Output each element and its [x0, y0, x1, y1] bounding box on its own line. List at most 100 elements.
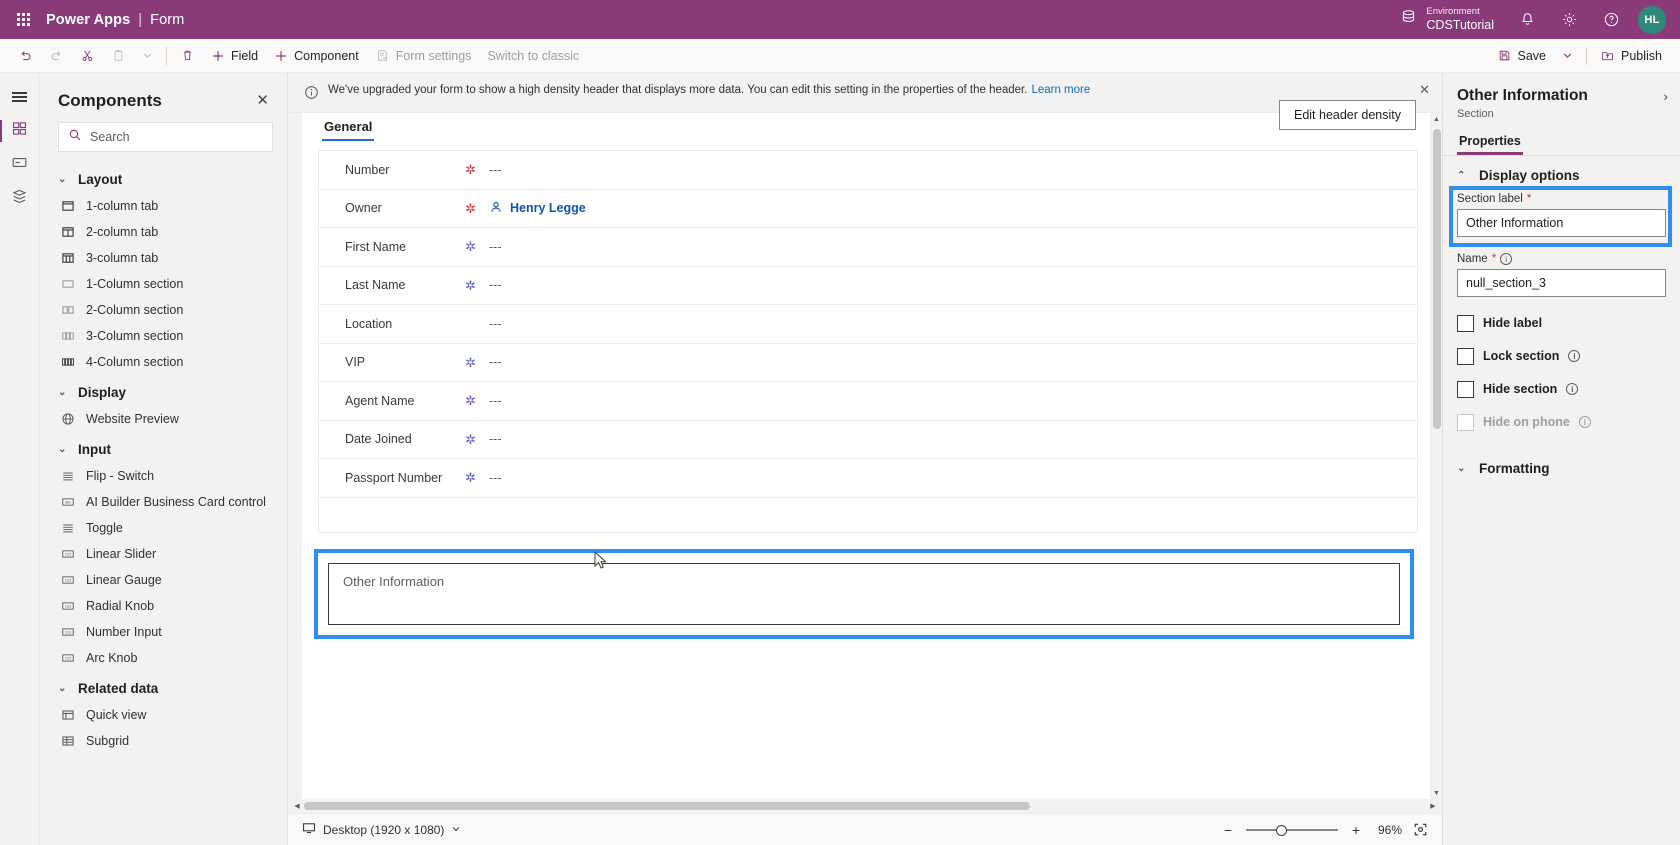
- add-component-button[interactable]: Component: [266, 42, 367, 70]
- checkbox-hide-label[interactable]: Hide label: [1443, 307, 1680, 340]
- scrollbar-thumb[interactable]: [1433, 129, 1441, 429]
- scroll-right-arrow[interactable]: ▶: [1428, 802, 1438, 810]
- scrollbar-thumb[interactable]: [304, 802, 1030, 810]
- environment-selector[interactable]: Environment CDSTutorial: [1388, 6, 1506, 32]
- waffle-icon[interactable]: [0, 0, 46, 39]
- scroll-down-arrow[interactable]: ▼: [1431, 787, 1442, 799]
- rail-item-components[interactable]: [0, 115, 36, 147]
- rail-item-data[interactable]: [4, 183, 36, 215]
- zoom-slider[interactable]: [1246, 823, 1338, 837]
- form-section-general: Number ✲ --- Owner ✲ Henry Legge First N…: [318, 150, 1418, 533]
- group-header-layout[interactable]: ⌄ Layout: [40, 162, 287, 193]
- help-icon[interactable]: [1590, 0, 1632, 39]
- close-icon[interactable]: ✕: [1419, 82, 1430, 98]
- slider-knob[interactable]: [1276, 824, 1287, 836]
- delete-button[interactable]: [172, 42, 203, 70]
- section-label-input[interactable]: [1457, 208, 1666, 237]
- scrollbar-track[interactable]: [304, 802, 1426, 810]
- publish-button[interactable]: Publish: [1592, 42, 1670, 70]
- hamburger-icon[interactable]: [4, 81, 36, 113]
- component-item-3-column-tab[interactable]: 3-column tab: [40, 245, 287, 271]
- component-item-3-column-section[interactable]: 3-Column section: [40, 323, 287, 349]
- info-icon[interactable]: i: [1568, 350, 1581, 363]
- component-item-4-column-section[interactable]: 4-Column section: [40, 349, 287, 375]
- form-row-first-name[interactable]: First Name ✲ ---: [319, 228, 1417, 267]
- component-item-radial-knob[interactable]: 123 Radial Knob: [40, 593, 287, 619]
- paste-more-button[interactable]: [134, 42, 161, 70]
- save-options-button[interactable]: [1554, 42, 1581, 70]
- component-item-toggle[interactable]: Toggle: [40, 515, 287, 541]
- component-item-2-column-tab[interactable]: 2-column tab: [40, 219, 287, 245]
- owner-name: Henry Legge: [510, 201, 586, 216]
- gear-icon[interactable]: [1548, 0, 1590, 39]
- scroll-up-arrow[interactable]: ▲: [1431, 113, 1442, 125]
- component-item-linear-gauge[interactable]: 123 Linear Gauge: [40, 567, 287, 593]
- form-settings-button[interactable]: Form settings: [367, 42, 480, 70]
- search-input[interactable]: [90, 130, 263, 144]
- fit-to-screen-icon[interactable]: [1413, 822, 1428, 837]
- component-item-1-column-section[interactable]: 1-Column section: [40, 271, 287, 297]
- other-information-section[interactable]: Other Information: [328, 562, 1400, 625]
- scroll-left-arrow[interactable]: ◀: [292, 802, 302, 810]
- selected-section-highlight[interactable]: Other Information: [314, 548, 1414, 639]
- add-field-button[interactable]: Field: [203, 42, 266, 70]
- copy-button[interactable]: [103, 42, 134, 70]
- checkbox-lock-section[interactable]: Lock section i: [1443, 340, 1680, 373]
- form-row-agent-name[interactable]: Agent Name ✲ ---: [319, 382, 1417, 421]
- component-item-linear-slider[interactable]: 123 Linear Slider: [40, 541, 287, 567]
- info-icon[interactable]: i: [1566, 383, 1579, 396]
- component-item-website-preview[interactable]: Website Preview: [40, 406, 287, 432]
- rail-item-fields[interactable]: [4, 149, 36, 181]
- component-item-1-column-tab[interactable]: 1-column tab: [40, 193, 287, 219]
- learn-more-link[interactable]: Learn more: [1031, 84, 1090, 96]
- accordion-display-options[interactable]: ⌃ Display options: [1443, 156, 1680, 191]
- canvas-vertical-scrollbar[interactable]: ▲ ▼: [1430, 113, 1442, 799]
- component-item-flip-switch[interactable]: Flip - Switch: [40, 463, 287, 489]
- optional-marker: ✲: [465, 431, 476, 447]
- bell-icon[interactable]: [1506, 0, 1548, 39]
- checkbox-box[interactable]: [1457, 347, 1474, 365]
- component-item-quick-view[interactable]: Quick view: [40, 702, 287, 728]
- form-row-date-joined[interactable]: Date Joined ✲ ---: [319, 421, 1417, 459]
- info-icon[interactable]: i: [1500, 252, 1513, 265]
- undo-button[interactable]: [10, 42, 41, 70]
- zoom-out-button[interactable]: −: [1221, 822, 1235, 838]
- form-row-passport-number[interactable]: Passport Number ✲ ---: [319, 459, 1417, 498]
- zoom-in-button[interactable]: +: [1349, 822, 1363, 838]
- name-label-text: Name: [1457, 252, 1488, 265]
- close-icon[interactable]: ✕: [252, 89, 273, 112]
- group-header-input[interactable]: ⌄ Input: [40, 432, 287, 463]
- component-item-number-input[interactable]: 123 Number Input: [40, 619, 287, 645]
- search-box[interactable]: [58, 122, 273, 152]
- form-row-vip[interactable]: VIP ✲ ---: [319, 344, 1417, 382]
- component-item-ai-builder-business-card[interactable]: abc AI Builder Business Card control: [40, 489, 287, 515]
- group-header-related-data[interactable]: ⌄ Related data: [40, 671, 287, 702]
- brand-name[interactable]: Power Apps: [46, 12, 130, 28]
- name-input[interactable]: [1457, 268, 1666, 297]
- tab-general[interactable]: General: [318, 113, 382, 141]
- form-row-location[interactable]: Location ---: [319, 305, 1417, 344]
- canvas-horizontal-scrollbar[interactable]: ◀ ▶: [288, 799, 1442, 813]
- cut-button[interactable]: [72, 42, 103, 70]
- component-item-subgrid[interactable]: Subgrid: [40, 728, 287, 754]
- screen-size-selector[interactable]: Desktop (1920 x 1080): [302, 821, 461, 838]
- save-button[interactable]: Save: [1489, 42, 1555, 70]
- chevron-right-icon[interactable]: ›: [1664, 87, 1668, 104]
- avatar[interactable]: HL: [1638, 5, 1666, 34]
- redo-button[interactable]: [41, 42, 72, 70]
- info-icon[interactable]: i: [1578, 416, 1591, 429]
- tab-properties[interactable]: Properties: [1457, 130, 1523, 155]
- form-row-last-name[interactable]: Last Name ✲ ---: [319, 267, 1417, 305]
- checkbox-box[interactable]: [1457, 314, 1474, 332]
- component-item-arc-knob[interactable]: 123 Arc Knob: [40, 645, 287, 671]
- checkbox-box[interactable]: [1457, 380, 1474, 398]
- group-header-display[interactable]: ⌄ Display: [40, 375, 287, 406]
- form-row-number[interactable]: Number ✲ ---: [319, 151, 1417, 190]
- switch-to-classic-button[interactable]: Switch to classic: [479, 42, 587, 70]
- form-row-empty: [319, 498, 1417, 532]
- form-row-owner[interactable]: Owner ✲ Henry Legge: [319, 190, 1417, 228]
- checkbox-hide-section[interactable]: Hide section i: [1443, 373, 1680, 406]
- component-item-2-column-section[interactable]: 2-Column section: [40, 297, 287, 323]
- accordion-formatting[interactable]: ⌄ Formatting: [1443, 449, 1680, 484]
- edit-header-density-button[interactable]: Edit header density: [1278, 100, 1416, 130]
